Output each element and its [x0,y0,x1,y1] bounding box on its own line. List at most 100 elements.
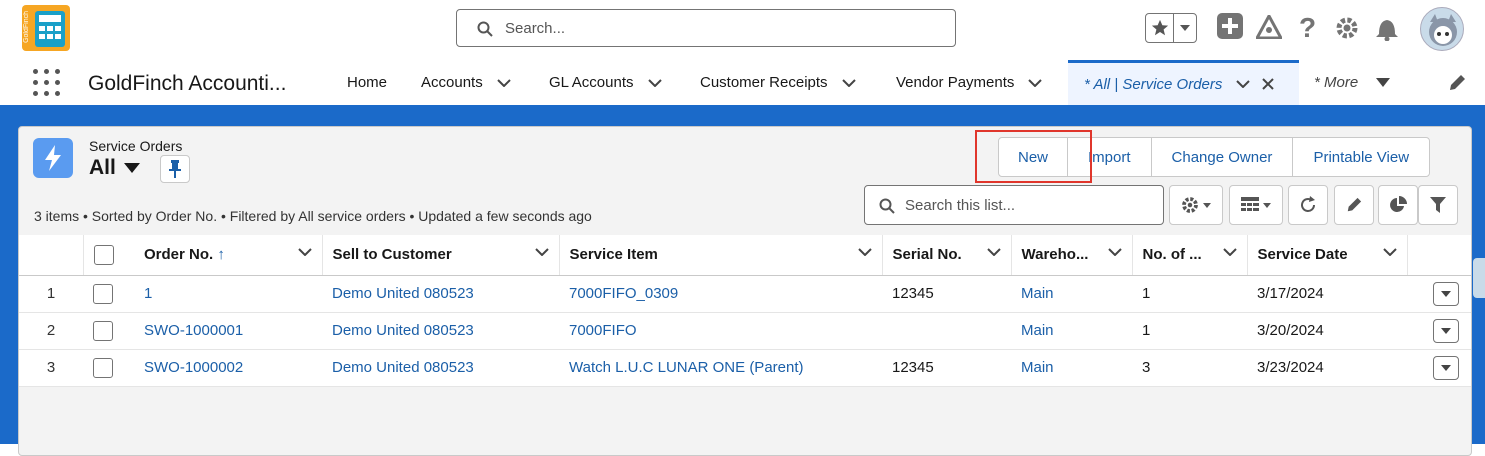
service-item-link[interactable]: Watch L.U.C LUNAR ONE (Parent) [569,359,804,376]
column-label: Order No. [144,246,214,264]
favorites-button[interactable] [1145,13,1197,43]
column-header-warehouse[interactable]: Wareho... [1011,235,1133,276]
warehouse-link[interactable]: Main [1021,359,1054,376]
chevron-down-icon[interactable] [1236,80,1251,88]
tab-accounts[interactable]: Accounts [421,60,511,105]
row-actions-button[interactable] [1433,318,1459,343]
column-label: Service Date [1257,246,1348,264]
row-number: 2 [19,312,83,350]
gear-icon[interactable] [1335,16,1359,40]
tab-more[interactable]: * More [1314,60,1391,105]
customer-link[interactable]: Demo United 080523 [332,359,474,376]
caret-down-icon[interactable] [1376,78,1391,87]
service-item-link[interactable]: 7000FIFO_0309 [569,285,678,302]
tab-home[interactable]: Home [347,60,387,105]
global-header: GoldFinch Search... ? [0,0,1485,60]
notification-bell-icon[interactable] [1375,15,1399,41]
column-header-no-of[interactable]: No. of ... [1132,235,1248,276]
chevron-down-icon[interactable] [647,78,662,87]
chevron-down-icon[interactable] [1382,248,1397,256]
pie-chart-icon [1390,196,1407,212]
app-name: GoldFinch Accounti... [88,72,287,95]
serial-no-cell: 12345 [882,275,1011,313]
row-checkbox[interactable] [93,320,113,341]
printable-view-button[interactable]: Printable View [1293,138,1430,176]
service-orders-object-icon [33,138,73,178]
tab-label: GL Accounts [549,74,634,91]
chevron-down-icon[interactable] [496,78,511,87]
column-label: Serial No. [892,246,962,264]
select-all-checkbox[interactable] [93,244,114,265]
tab-label: Vendor Payments [896,74,1015,91]
chevron-down-icon[interactable] [1107,248,1122,256]
order-no-link[interactable]: 1 [144,285,152,302]
tab-service-orders[interactable]: * All | Service Orders [1068,60,1299,105]
filter-button[interactable] [1418,185,1458,225]
service-item-link[interactable]: 7000FIFO [569,322,637,339]
chevron-down-icon[interactable] [534,248,549,256]
warehouse-link[interactable]: Main [1021,285,1054,302]
list-search-placeholder: Search this list... [905,197,1016,214]
customer-link[interactable]: Demo United 080523 [332,322,474,339]
add-icon[interactable] [1217,13,1243,39]
column-header-service-date[interactable]: Service Date [1247,235,1408,276]
row-select-cell [83,275,134,313]
tab-gl-accounts[interactable]: GL Accounts [549,60,662,105]
list-status-text: 3 items • Sorted by Order No. • Filtered… [34,208,592,224]
chevron-down-icon[interactable] [297,248,312,256]
pin-list-button[interactable] [160,155,190,183]
customer-link[interactable]: Demo United 080523 [332,285,474,302]
list-search-input[interactable]: Search this list... [864,185,1164,225]
column-header-service-item[interactable]: Service Item [559,235,883,276]
chevron-down-icon[interactable] [841,78,856,87]
warehouse-link[interactable]: Main [1021,322,1054,339]
tab-label: Customer Receipts [700,74,828,91]
order-no-link[interactable]: SWO-1000001 [144,322,243,339]
refresh-button[interactable] [1288,185,1328,225]
tab-customer-receipts[interactable]: Customer Receipts [700,60,856,105]
caret-down-icon[interactable] [123,163,140,173]
user-avatar[interactable] [1420,7,1464,51]
service-date-cell: 3/23/2024 [1247,349,1407,387]
star-icon[interactable] [1146,14,1174,42]
object-label: Service Orders [89,138,183,154]
app-logo[interactable]: GoldFinch [22,5,70,51]
serial-no-cell [882,312,1011,350]
charts-button[interactable] [1378,185,1418,225]
tab-vendor-payments[interactable]: Vendor Payments [896,60,1043,105]
column-header-order-no[interactable]: Order No. ↑ [134,235,323,276]
row-actions-button[interactable] [1433,355,1459,380]
row-number: 3 [19,349,83,387]
list-settings-button[interactable] [1169,185,1223,225]
change-owner-button[interactable]: Change Owner [1151,138,1294,176]
service-orders-table: Order No. ↑ Sell to Customer Service Ite… [19,235,1471,387]
row-actions-button[interactable] [1433,281,1459,306]
inline-edit-button[interactable] [1334,185,1374,225]
calculator-icon [35,11,65,47]
filter-icon [1430,197,1446,213]
tab-label: * More [1314,74,1359,91]
list-view-selector[interactable]: All [89,156,140,180]
display-as-button[interactable] [1229,185,1283,225]
chevron-down-icon[interactable] [986,248,1001,256]
row-checkbox[interactable] [93,357,113,378]
global-search-input[interactable]: Search... [456,9,956,47]
column-header-sell-to-customer[interactable]: Sell to Customer [322,235,560,276]
count-cell: 3 [1132,349,1247,387]
chevron-down-icon[interactable] [1174,14,1196,42]
chevron-down-icon[interactable] [1222,248,1237,256]
edit-nav-icon[interactable] [1448,74,1466,92]
app-navigation-bar: GoldFinch Accounti... Home Accounts GL A… [0,60,1485,108]
search-icon [477,21,493,37]
utility-panel-handle[interactable] [1473,258,1485,298]
order-no-link[interactable]: SWO-1000002 [144,359,243,376]
close-icon[interactable] [1262,78,1275,90]
app-launcher-icon[interactable] [33,69,61,97]
trailhead-icon[interactable] [1256,15,1282,39]
column-label: Wareho... [1021,246,1089,264]
chevron-down-icon[interactable] [857,248,872,256]
chevron-down-icon[interactable] [1028,78,1043,87]
row-checkbox[interactable] [93,283,113,304]
column-header-serial-no[interactable]: Serial No. [882,235,1012,276]
help-icon[interactable]: ? [1297,13,1317,41]
